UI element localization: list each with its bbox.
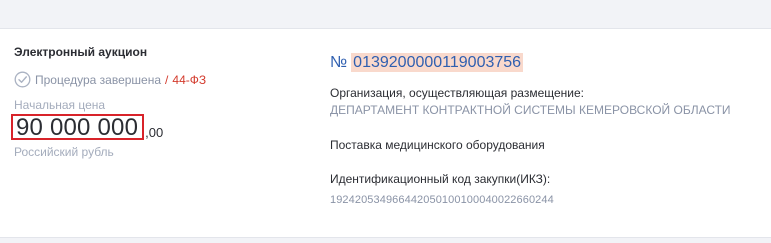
status-text: Процедура завершена <box>35 72 162 87</box>
organization-label: Организация, осуществляющая размещение: <box>330 86 584 100</box>
procurement-card: Электронный аукцион Процедура завершена … <box>0 28 771 238</box>
price-label: Начальная цена <box>14 98 106 112</box>
price-row: 90 000 000 ,00 <box>11 114 163 140</box>
ikz-label: Идентификационный код закупки(ИКЗ): <box>330 172 551 186</box>
currency-label: Российский рубль <box>14 145 114 159</box>
check-circle-icon <box>14 71 31 88</box>
page: Электронный аукцион Процедура завершена … <box>0 0 771 243</box>
organization-link[interactable]: ДЕПАРТАМЕНТ КОНТРАКТНОЙ СИСТЕМЫ КЕМЕРОВС… <box>330 103 731 117</box>
procurement-type: Электронный аукцион <box>14 45 148 59</box>
number-sign: № <box>330 54 348 71</box>
procurement-number[interactable]: 0139200000119003756 <box>351 53 524 72</box>
price-highlight-box: 90 000 000 <box>11 114 145 141</box>
ikz-value: 192420534966442050100100040022660244 <box>330 194 554 206</box>
law-label: 44-ФЗ <box>172 72 207 87</box>
status-separator: / <box>165 72 169 87</box>
status-row: Процедура завершена / 44-ФЗ <box>14 71 206 88</box>
procurement-subject: Поставка медицинского оборудования <box>330 138 545 152</box>
procurement-number-link[interactable]: № 0139200000119003756 <box>330 53 524 72</box>
price-cents: ,00 <box>145 125 164 140</box>
price-value: 90 000 000 <box>16 114 139 141</box>
